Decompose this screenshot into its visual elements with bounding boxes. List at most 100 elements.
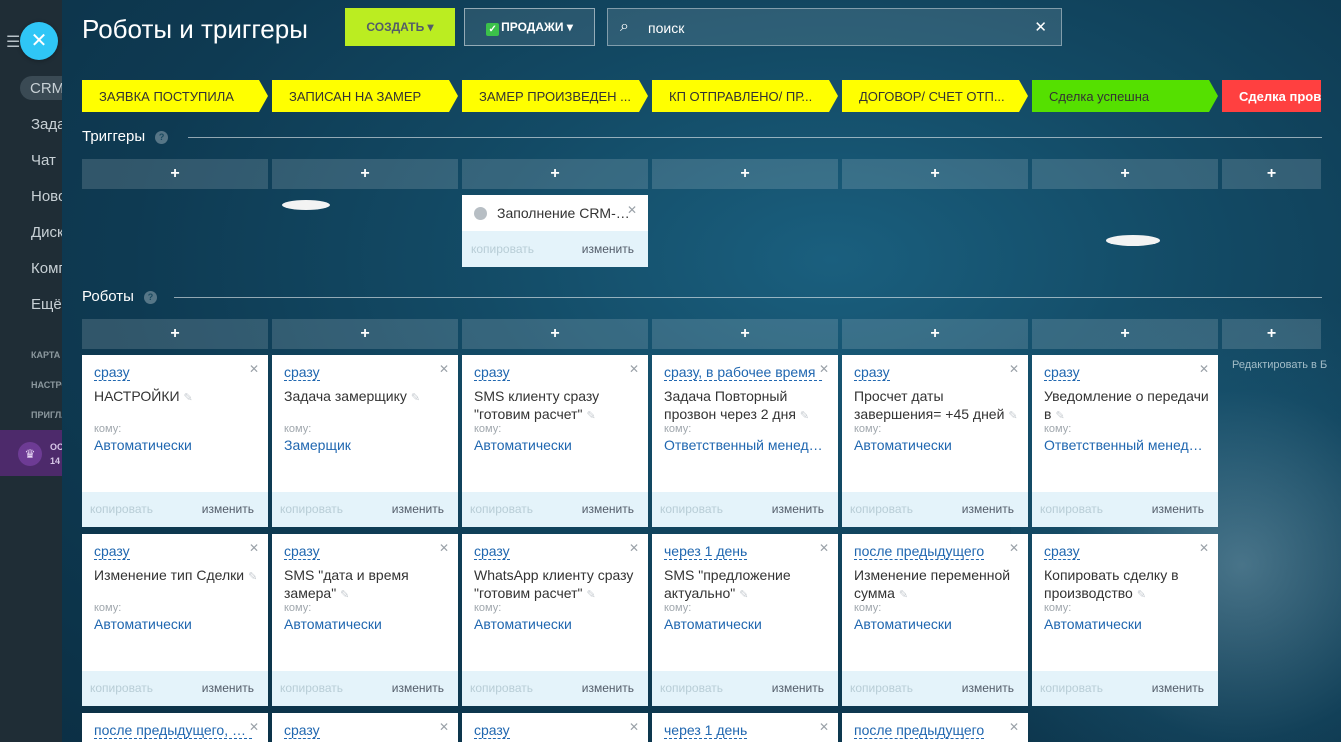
delay-link[interactable]: сразу <box>474 722 510 739</box>
stage-4[interactable]: ДОГОВОР/ СЧЕТ ОТП... <box>842 80 1028 112</box>
sidebar-item-crm[interactable]: CRM <box>20 76 62 100</box>
add-button[interactable]: + <box>1222 159 1321 189</box>
robot-card[interactable]: сразу ✕ Уведомление о передачи в ✎ кому: Отве… <box>1032 355 1218 527</box>
robot-card[interactable]: через 1 день ✕ <box>652 713 838 742</box>
edit-button[interactable]: изменить <box>392 502 444 516</box>
sidebar-item-disk[interactable]: Диск <box>31 224 62 241</box>
delay-link[interactable]: сразу <box>284 364 320 381</box>
edit-button[interactable]: изменить <box>582 502 634 516</box>
delete-icon[interactable]: ✕ <box>439 362 449 376</box>
delay-link[interactable]: через 1 день <box>664 722 748 739</box>
add-button[interactable]: + <box>462 319 648 349</box>
add-button[interactable]: + <box>462 159 648 189</box>
robot-card[interactable]: сразу, в рабочее время ✕ Задача Повторный … <box>652 355 838 527</box>
responsible-link[interactable]: Автоматически <box>284 616 449 632</box>
responsible-link[interactable]: Автоматически <box>664 616 829 632</box>
stage-2[interactable]: ЗАМЕР ПРОИЗВЕДЕН ... <box>462 80 648 112</box>
delete-icon[interactable]: ✕ <box>1199 541 1209 555</box>
responsible-link[interactable]: Автоматически <box>854 616 1019 632</box>
delete-icon[interactable]: ✕ <box>1199 362 1209 376</box>
sidebar-item-chat[interactable]: Чат <box>31 152 56 169</box>
clear-search-icon[interactable]: ✕ <box>1034 18 1047 36</box>
delete-icon[interactable]: ✕ <box>819 541 829 555</box>
add-button[interactable]: + <box>1222 319 1321 349</box>
sidebar-item-more[interactable]: Ещё <box>31 296 62 313</box>
robot-card[interactable]: после предыдущего ✕ <box>842 713 1028 742</box>
add-button[interactable]: + <box>652 319 838 349</box>
sidebar-section-settings[interactable]: НАСТРОЙКИ <box>31 380 62 390</box>
robot-card[interactable]: сразу ✕ Изменение тип Сделки ✎ кому: Автомати… <box>82 534 268 706</box>
copy-button[interactable]: копировать <box>1040 681 1103 695</box>
delete-icon[interactable]: ✕ <box>819 720 829 734</box>
stage-0[interactable]: ЗАЯВКА ПОСТУПИЛА <box>82 80 268 112</box>
pencil-icon[interactable]: ✎ <box>1008 410 1017 422</box>
add-button[interactable]: + <box>652 159 838 189</box>
add-button[interactable]: + <box>1032 159 1218 189</box>
copy-button[interactable]: копировать <box>470 681 533 695</box>
copy-button[interactable]: копировать <box>850 681 913 695</box>
robot-card[interactable]: сразу ✕ <box>272 713 458 742</box>
copy-button[interactable]: копировать <box>850 502 913 516</box>
delay-link[interactable]: сразу <box>94 364 130 381</box>
create-button[interactable]: СОЗДАТЬ ▾ <box>345 8 455 46</box>
edit-button[interactable]: изменить <box>772 502 824 516</box>
delete-icon[interactable]: ✕ <box>629 362 639 376</box>
stage-5[interactable]: Сделка успешна <box>1032 80 1218 112</box>
delete-icon[interactable]: ✕ <box>819 362 829 376</box>
robot-card[interactable]: через 1 день ✕ SMS "предложение актуально"… <box>652 534 838 706</box>
delay-link[interactable]: сразу <box>474 543 510 560</box>
responsible-link[interactable]: Автоматически <box>94 616 259 632</box>
copy-button[interactable]: копировать <box>90 502 153 516</box>
copy-button[interactable]: копировать <box>660 681 723 695</box>
delay-link[interactable]: сразу <box>1044 364 1080 381</box>
responsible-link[interactable]: Автоматически <box>94 437 259 453</box>
stage-3[interactable]: КП ОТПРАВЛЕНО/ ПР... <box>652 80 838 112</box>
stage-1[interactable]: ЗАПИСАН НА ЗАМЕР <box>272 80 458 112</box>
delay-link[interactable]: сразу <box>284 543 320 560</box>
edit-button[interactable]: изменить <box>962 681 1014 695</box>
edit-button[interactable]: изменить <box>772 681 824 695</box>
sidebar-section-map[interactable]: КАРТА <box>31 350 60 360</box>
close-slider-button[interactable]: ✕ <box>20 22 58 60</box>
delete-icon[interactable]: ✕ <box>627 203 637 217</box>
robot-card[interactable]: сразу ✕ SMS клиенту сразу "готовим расчет"… <box>462 355 648 527</box>
edit-button[interactable]: изменить <box>1152 502 1204 516</box>
delete-icon[interactable]: ✕ <box>1009 720 1019 734</box>
responsible-link[interactable]: Автоматически <box>474 616 639 632</box>
pencil-icon[interactable]: ✎ <box>1137 589 1146 601</box>
delete-icon[interactable]: ✕ <box>629 720 639 734</box>
delay-link[interactable]: сразу <box>284 722 320 739</box>
robot-card[interactable]: сразу ✕ <box>462 713 648 742</box>
stage-6[interactable]: Сделка провалена <box>1222 80 1321 112</box>
pencil-icon[interactable]: ✎ <box>248 571 257 583</box>
copy-button[interactable]: копировать <box>280 502 343 516</box>
sidebar-section-invite[interactable]: ПРИГЛАСИТЬ <box>31 410 62 420</box>
trigger-card[interactable]: Заполнение CRM-формы ✕ копировать измени… <box>462 195 648 267</box>
delete-icon[interactable]: ✕ <box>249 720 259 734</box>
pencil-icon[interactable]: ✎ <box>586 589 595 601</box>
pencil-icon[interactable]: ✎ <box>184 392 193 404</box>
sidebar-item-news[interactable]: Новости <box>31 188 62 205</box>
edit-button[interactable]: изменить <box>1152 681 1204 695</box>
add-button[interactable]: + <box>272 159 458 189</box>
add-button[interactable]: + <box>82 159 268 189</box>
robot-card[interactable]: сразу ✕ Просчет даты завершения= +45 дней ✎… <box>842 355 1028 527</box>
robot-card[interactable]: сразу ✕ WhatsApp клиенту сразу "готовим ра… <box>462 534 648 706</box>
add-button[interactable]: + <box>1032 319 1218 349</box>
delete-icon[interactable]: ✕ <box>249 362 259 376</box>
sidebar-item-company[interactable]: Компания <box>31 260 62 277</box>
pencil-icon[interactable]: ✎ <box>586 410 595 422</box>
delete-icon[interactable]: ✕ <box>1009 541 1019 555</box>
add-button[interactable]: + <box>82 319 268 349</box>
copy-button[interactable]: копировать <box>470 502 533 516</box>
robot-card[interactable]: сразу ✕ SMS "дата и время замера" ✎ кому: Авт… <box>272 534 458 706</box>
sidebar-item-tasks[interactable]: Задачи <box>31 116 62 133</box>
add-button[interactable]: + <box>842 159 1028 189</box>
edit-button[interactable]: изменить <box>202 502 254 516</box>
delay-link[interactable]: сразу <box>474 364 510 381</box>
help-icon[interactable]: ? <box>155 131 169 144</box>
pencil-icon[interactable]: ✎ <box>899 589 908 601</box>
delay-link[interactable]: сразу <box>94 543 130 560</box>
add-button[interactable]: + <box>842 319 1028 349</box>
copy-button[interactable]: копировать <box>660 502 723 516</box>
